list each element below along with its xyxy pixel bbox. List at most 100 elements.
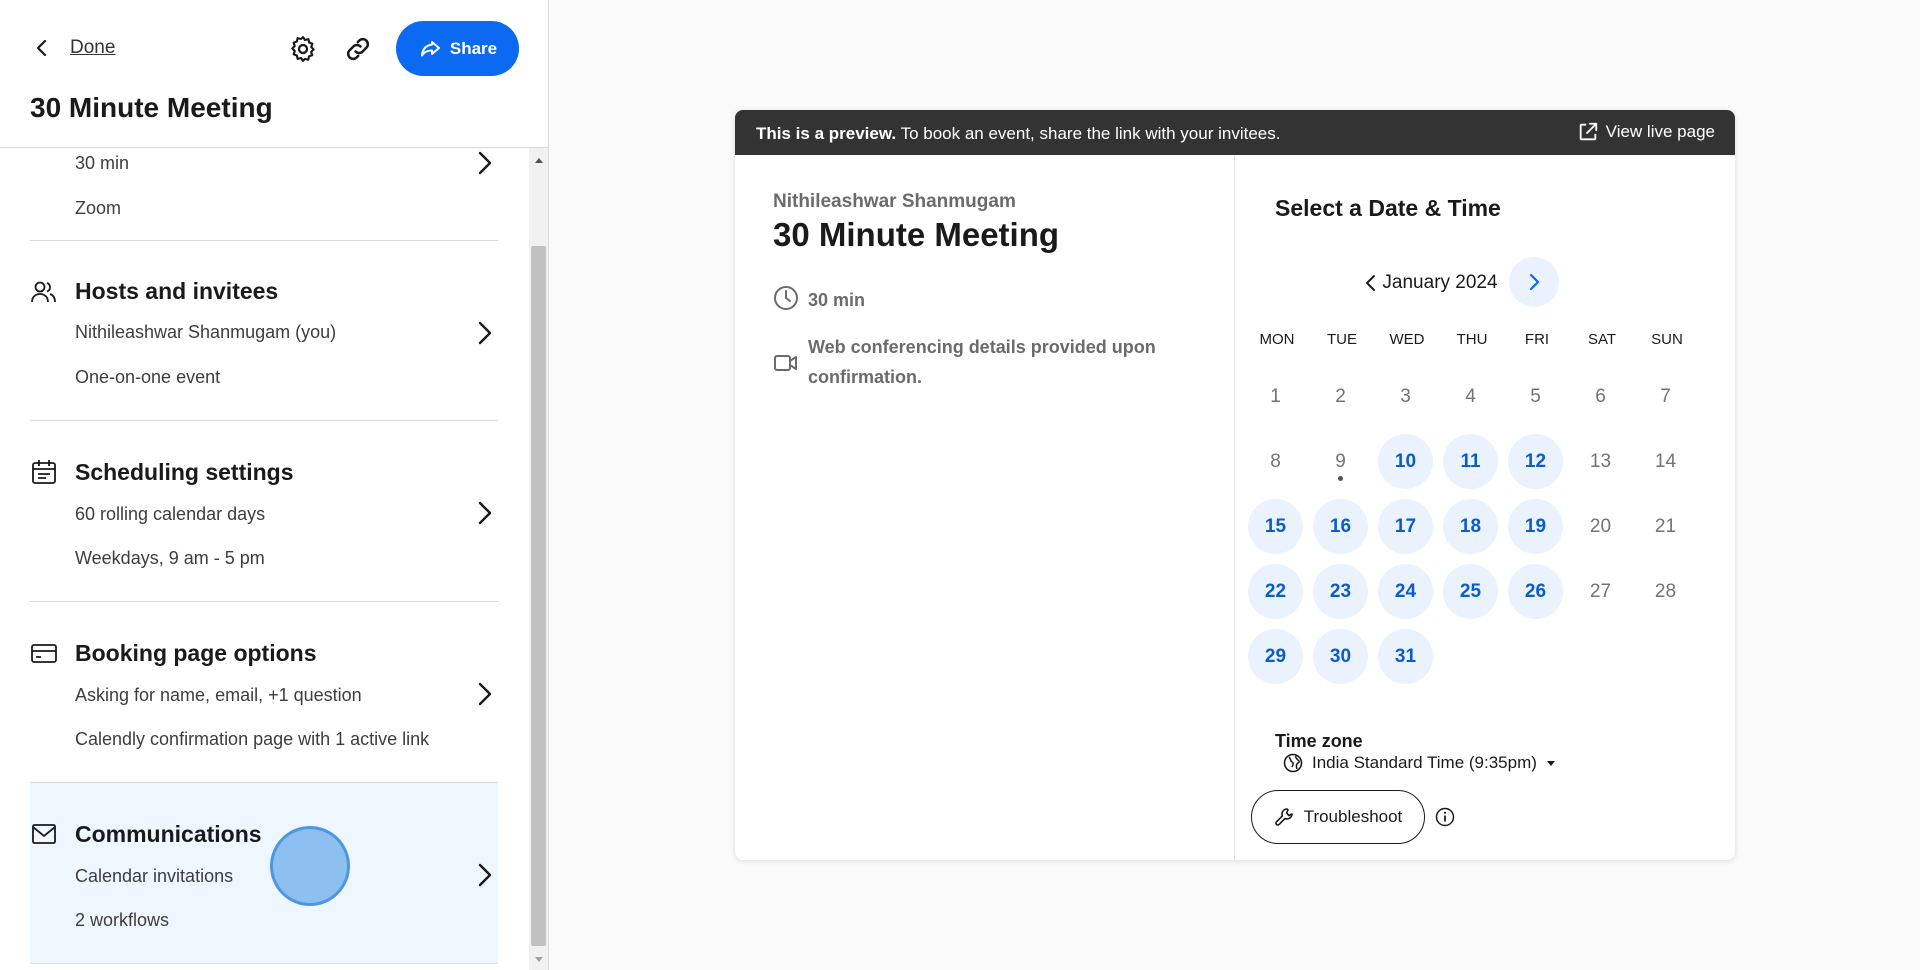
chevron-right-icon bbox=[478, 863, 492, 887]
calendar-day-available[interactable]: 30 bbox=[1313, 629, 1368, 684]
weekday-header: SAT bbox=[1587, 331, 1617, 348]
timezone-value: India Standard Time (9:35pm) bbox=[1312, 753, 1537, 772]
weekday-header: WED bbox=[1389, 331, 1425, 348]
timezone-label: Time zone bbox=[1275, 731, 1363, 751]
day-number: 21 bbox=[1654, 515, 1677, 537]
section-line: 2 workflows bbox=[75, 910, 170, 930]
video-camera-icon bbox=[774, 355, 797, 371]
section-line: Calendar invitations bbox=[75, 866, 234, 886]
calendar-day-available[interactable]: 11 bbox=[1443, 434, 1498, 489]
calendar-day: 9 bbox=[1313, 434, 1368, 489]
section-title: Communications bbox=[75, 821, 262, 847]
calendar-day-available[interactable]: 10 bbox=[1378, 434, 1433, 489]
section-duration-location[interactable]: 30 min Zoom bbox=[30, 148, 498, 241]
calendar-day: 8 bbox=[1248, 434, 1303, 489]
section-title: Scheduling settings bbox=[75, 459, 294, 485]
calendar-day: 21 bbox=[1638, 499, 1693, 554]
scrollbar[interactable] bbox=[529, 148, 549, 970]
gear-icon[interactable] bbox=[288, 34, 318, 64]
day-number: 7 bbox=[1660, 385, 1671, 407]
month-label: January 2024 bbox=[1382, 272, 1498, 293]
info-icon[interactable] bbox=[1435, 807, 1455, 827]
day-number: 26 bbox=[1524, 580, 1547, 602]
day-number: 14 bbox=[1654, 450, 1677, 472]
calendar-day-available[interactable]: 19 bbox=[1508, 499, 1563, 554]
day-number: 20 bbox=[1589, 515, 1612, 537]
calendar-day-available[interactable]: 24 bbox=[1378, 564, 1433, 619]
wrench-icon bbox=[1274, 808, 1293, 826]
calendar-day-available[interactable]: 17 bbox=[1378, 499, 1433, 554]
day-number: 31 bbox=[1394, 645, 1417, 667]
calendar-day-available[interactable]: 15 bbox=[1248, 499, 1303, 554]
scroll-down-arrow-icon[interactable] bbox=[529, 954, 549, 966]
link-icon[interactable] bbox=[343, 34, 373, 64]
calendar-day: 2 bbox=[1313, 369, 1368, 424]
mail-icon bbox=[32, 824, 56, 844]
timezone-select[interactable]: India Standard Time (9:35pm) bbox=[1283, 753, 1556, 773]
day-number: 11 bbox=[1460, 450, 1481, 472]
booking-preview-card: This is a preview. To book an event, sha… bbox=[735, 110, 1735, 860]
day-number: 27 bbox=[1589, 580, 1612, 602]
section-line: 60 rolling calendar days bbox=[75, 504, 266, 524]
troubleshoot-label: Troubleshoot bbox=[1303, 807, 1403, 826]
section-line: Weekdays, 9 am - 5 pm bbox=[75, 548, 265, 568]
calendar-day: 14 bbox=[1638, 434, 1693, 489]
day-number: 28 bbox=[1654, 580, 1677, 602]
next-month-button[interactable] bbox=[1509, 257, 1559, 307]
event-name: 30 Minute Meeting bbox=[773, 216, 1060, 253]
section-scheduling-settings[interactable]: Scheduling settings 60 rolling calendar … bbox=[30, 421, 498, 602]
chevron-right-icon bbox=[478, 501, 492, 525]
share-button[interactable]: Share bbox=[396, 21, 519, 76]
day-number: 5 bbox=[1530, 385, 1541, 407]
calendar-day-available[interactable]: 18 bbox=[1443, 499, 1498, 554]
clock-icon bbox=[774, 286, 798, 310]
banner-info-text: To book an event, share the link with yo… bbox=[896, 124, 1281, 143]
day-number: 19 bbox=[1524, 515, 1547, 537]
calendar-day: 7 bbox=[1638, 369, 1693, 424]
weekday-header: MON bbox=[1259, 331, 1295, 348]
globe-icon bbox=[1283, 753, 1303, 773]
calendar-day-available[interactable]: 23 bbox=[1313, 564, 1368, 619]
cursor-click-indicator bbox=[270, 826, 350, 906]
view-live-label: View live page bbox=[1605, 122, 1715, 141]
troubleshoot-button[interactable]: Troubleshoot bbox=[1251, 790, 1425, 844]
chevron-right-icon bbox=[478, 321, 492, 345]
calendar-day-available[interactable]: 31 bbox=[1378, 629, 1433, 684]
date-time-picker: Select a Date & Time January 2024 MON TUE… bbox=[1235, 155, 1735, 860]
day-number: 2 bbox=[1335, 385, 1346, 407]
scroll-up-arrow-icon[interactable] bbox=[529, 154, 549, 166]
section-hosts-invitees[interactable]: Hosts and invitees Nithileashwar Shanmug… bbox=[30, 241, 498, 421]
calendar-day-available[interactable]: 22 bbox=[1248, 564, 1303, 619]
day-number: 25 bbox=[1459, 580, 1482, 602]
section-booking-page-options[interactable]: Booking page options Asking for name, em… bbox=[30, 602, 498, 783]
day-number: 1 bbox=[1270, 385, 1281, 407]
chevron-left-icon[interactable] bbox=[30, 36, 54, 60]
chevron-right-icon bbox=[478, 682, 492, 706]
select-date-time-title: Select a Date & Time bbox=[1275, 195, 1501, 221]
day-number: 23 bbox=[1329, 580, 1352, 602]
conferencing-text: Web conferencing details provided upon c… bbox=[808, 337, 1156, 387]
share-arrow-icon bbox=[420, 40, 440, 56]
share-label: Share bbox=[449, 38, 498, 58]
done-link[interactable]: Done bbox=[70, 37, 115, 59]
day-number: 22 bbox=[1264, 580, 1287, 602]
day-number: 17 bbox=[1394, 515, 1417, 537]
calendar-day-available[interactable]: 12 bbox=[1508, 434, 1563, 489]
calendar-day-available[interactable]: 26 bbox=[1508, 564, 1563, 619]
calendar-day-available[interactable]: 29 bbox=[1248, 629, 1303, 684]
section-title: Hosts and invitees bbox=[75, 278, 279, 304]
day-number: 13 bbox=[1589, 450, 1612, 472]
view-live-page-link[interactable]: View live page bbox=[1577, 121, 1715, 143]
calendar-day-available[interactable]: 25 bbox=[1443, 564, 1498, 619]
day-number: 8 bbox=[1270, 450, 1281, 472]
weekday-header: THU bbox=[1456, 331, 1488, 348]
section-communications[interactable]: Communications Calendar invitations 2 wo… bbox=[30, 783, 498, 964]
day-number: 9 bbox=[1335, 450, 1346, 472]
event-title: 30 Minute Meeting bbox=[30, 92, 273, 123]
calendar-day: 20 bbox=[1573, 499, 1628, 554]
organizer-name: Nithileashwar Shanmugam bbox=[773, 191, 1016, 212]
section-line: One-on-one event bbox=[75, 367, 221, 387]
calendar-day-available[interactable]: 16 bbox=[1313, 499, 1368, 554]
scrollbar-thumb[interactable] bbox=[531, 246, 546, 946]
calendar-day: 1 bbox=[1248, 369, 1303, 424]
